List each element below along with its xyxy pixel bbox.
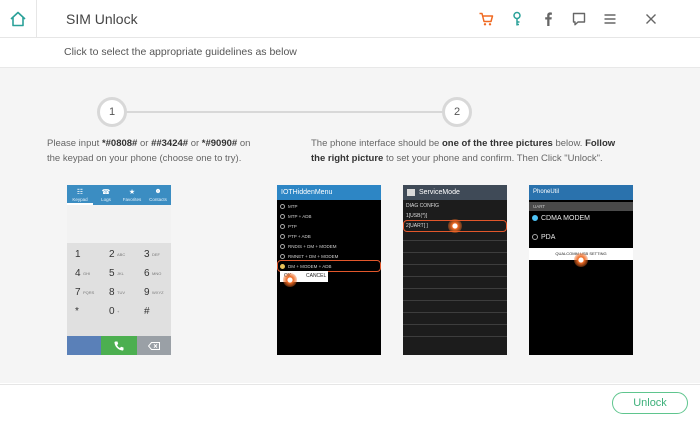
divider bbox=[403, 252, 507, 253]
tab-contacts: ☻ Contacts bbox=[149, 188, 167, 202]
radio-icon bbox=[280, 224, 285, 229]
footer bbox=[0, 384, 700, 421]
subheader-text: Click to select the appropriate guidelin… bbox=[64, 46, 297, 58]
tap-indicator bbox=[448, 219, 462, 233]
keypad-icon: ☷ bbox=[76, 189, 84, 196]
step-connector bbox=[121, 111, 445, 113]
divider bbox=[403, 324, 507, 325]
subheader: Click to select the appropriate guidelin… bbox=[0, 38, 700, 66]
hidden-menu-option: MTP bbox=[280, 202, 298, 211]
feedback-icon[interactable] bbox=[569, 9, 589, 29]
key-icon[interactable] bbox=[507, 9, 527, 29]
key-3: 3 DEF bbox=[144, 249, 160, 260]
hidden-menu-screenshot[interactable]: IOTHiddenMenu MTP MTP + ADB PTP PTP + AD… bbox=[277, 185, 381, 355]
key-hash: # bbox=[144, 306, 150, 317]
title-separator bbox=[36, 0, 37, 38]
hidden-menu-option: PTP bbox=[280, 222, 297, 231]
tab-keypad: ☷ Keypad bbox=[67, 185, 93, 205]
contacts-icon: ☻ bbox=[154, 188, 162, 195]
phone-util-title: PhoneUtil bbox=[529, 185, 633, 200]
key-8: 8 TUV bbox=[109, 287, 125, 298]
uart-section: UART bbox=[529, 202, 633, 211]
tap-indicator bbox=[283, 273, 297, 287]
menu-icon[interactable] bbox=[600, 9, 620, 29]
cart-icon[interactable] bbox=[476, 9, 496, 29]
key-6: 6 MNO bbox=[144, 268, 162, 279]
hidden-menu-option: PTP + ADB bbox=[280, 232, 311, 241]
call-key bbox=[101, 336, 137, 355]
divider bbox=[403, 276, 507, 277]
service-mode-title: ServiceMode bbox=[403, 185, 507, 200]
logs-icon: ☎ bbox=[101, 189, 111, 196]
key-9: 9 WXYZ bbox=[144, 287, 164, 298]
key-1: 1 bbox=[75, 249, 81, 260]
radio-icon bbox=[280, 214, 285, 219]
radio-icon bbox=[280, 244, 285, 249]
key-2: 2 ABC bbox=[109, 249, 126, 260]
key-star: * bbox=[75, 306, 79, 317]
number-display bbox=[67, 205, 171, 243]
divider bbox=[403, 264, 507, 265]
cancel-label: CANCEL bbox=[306, 273, 327, 279]
service-mode-screenshot[interactable]: ServiceMode DIAG CONFIG 1[USB(*)] 2[UART… bbox=[403, 185, 507, 355]
key-5: 5 JKL bbox=[109, 268, 124, 279]
star-icon: ★ bbox=[128, 189, 136, 196]
divider bbox=[403, 240, 507, 241]
hidden-menu-option: MTP + ADB bbox=[280, 212, 312, 221]
title-bar: SIM Unlock bbox=[0, 0, 700, 38]
service-line: DIAG CONFIG bbox=[406, 203, 440, 209]
divider bbox=[403, 300, 507, 301]
tab-logs: ☎ Logs bbox=[101, 189, 111, 202]
radio-icon bbox=[532, 234, 538, 240]
key-7: 7 PQRS bbox=[75, 287, 95, 298]
phone-icon bbox=[114, 341, 124, 351]
close-icon[interactable] bbox=[641, 9, 661, 29]
tab-favorites: ★ Favorites bbox=[122, 189, 142, 202]
step-1-indicator: 1 bbox=[97, 97, 127, 127]
radio-icon bbox=[280, 254, 285, 259]
window-title: SIM Unlock bbox=[66, 11, 138, 27]
radio-icon bbox=[280, 234, 285, 239]
dialer-action-bar bbox=[67, 336, 171, 355]
app-icon bbox=[407, 189, 415, 196]
step-2-indicator: 2 bbox=[442, 97, 472, 127]
divider bbox=[403, 336, 507, 337]
key-0: 0 + bbox=[109, 306, 120, 317]
radio-selected-icon bbox=[532, 215, 538, 221]
divider bbox=[403, 288, 507, 289]
hidden-menu-title: IOTHiddenMenu bbox=[277, 185, 381, 200]
radio-icon bbox=[280, 204, 285, 209]
divider bbox=[403, 312, 507, 313]
step-1-instruction: Please input *#0808# or ##3424# or *#909… bbox=[47, 138, 251, 164]
tap-indicator bbox=[574, 253, 588, 267]
step-2-instruction: The phone interface should be one of the… bbox=[311, 138, 616, 164]
unlock-button[interactable]: Unlock bbox=[612, 392, 688, 414]
video-call-key bbox=[67, 336, 101, 355]
cdma-modem-option: CDMA MODEM bbox=[532, 215, 590, 222]
phone-util-screenshot[interactable]: PhoneUtil UART CDMA MODEM PDA QUALCOMM U… bbox=[529, 185, 633, 355]
home-icon[interactable] bbox=[8, 9, 28, 29]
dialer-tabs: ☷ Keypad ☎ Logs ★ Favorites ☻ Contacts bbox=[67, 185, 171, 205]
backspace-icon bbox=[148, 341, 160, 350]
facebook-icon[interactable] bbox=[538, 9, 558, 29]
keypad-phone-screenshot: ☷ Keypad ☎ Logs ★ Favorites ☻ Contacts 1 2 AB… bbox=[67, 185, 171, 355]
pda-option: PDA bbox=[532, 234, 555, 241]
dial-pad: 1 2 ABC 3 DEF 4 GHI 5 JKL 6 MNO 7 PQRS 8 TUV 9W… bbox=[67, 243, 171, 337]
backspace-key bbox=[137, 336, 171, 355]
hidden-menu-option: RNDIS + DM + MODEM bbox=[280, 242, 337, 251]
service-line: 1[USB(*)] bbox=[406, 213, 428, 219]
key-4: 4 GHI bbox=[75, 268, 91, 279]
